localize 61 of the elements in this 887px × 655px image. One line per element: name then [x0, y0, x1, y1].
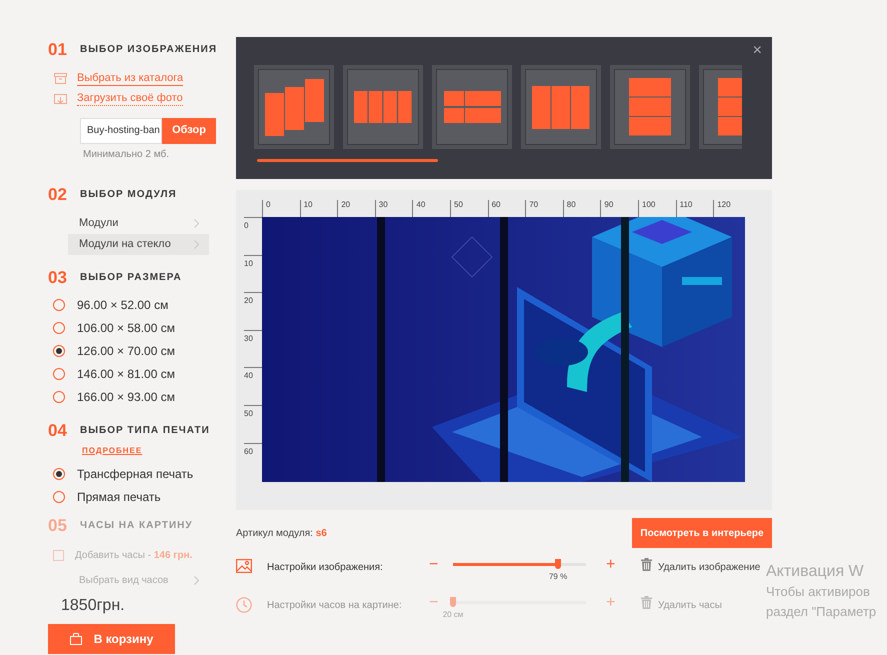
radio-label: Трансферная печать	[77, 466, 194, 482]
module-item[interactable]: Модули	[68, 213, 209, 234]
ruler-label: 60	[492, 200, 500, 209]
more-link[interactable]: ПОДРОБНЕЕ	[82, 445, 142, 457]
ruler-label: 30	[244, 334, 254, 343]
radio-label: 106.00 × 58.00 см	[77, 320, 175, 337]
ruler-label: 70	[529, 200, 538, 209]
add-clock-label: Добавить часы - 146 грн.	[75, 548, 192, 562]
settings-label: Настройки часов на картине:	[267, 599, 403, 613]
ruler-label: 10	[304, 200, 312, 209]
link[interactable]: Выбрать из каталога	[77, 72, 184, 86]
ruler-label: 110	[680, 200, 692, 209]
settings-label: Настройки изображения:	[267, 561, 384, 575]
file-name-field[interactable]: Buy-hosting-ban	[80, 118, 162, 144]
view-in-interior-button[interactable]: Посмотреть в интерьере	[632, 518, 772, 548]
plus-button[interactable]: +	[606, 558, 641, 572]
slider-reading: 79 %	[548, 571, 568, 583]
ruler-label: 30	[378, 200, 388, 209]
ruler-label: 60	[244, 446, 254, 456]
step-number: 04	[48, 420, 68, 442]
ruler-label: 20	[244, 296, 254, 306]
close-icon[interactable]: ×	[752, 43, 762, 59]
ruler-label: 100	[642, 200, 656, 209]
ruler-label: 80	[566, 200, 576, 209]
step-number: 05	[48, 515, 68, 537]
article-text: Артикул модуля: s6	[236, 526, 327, 540]
file-size-hint: Минимально 2 мб.	[83, 148, 170, 162]
radio-label: 96.00 × 52.00 см	[77, 297, 168, 314]
section-title: ЧАСЫ НА КАРТИНУ	[80, 519, 193, 534]
ruler-label: 50	[454, 200, 463, 209]
step-number: 01	[48, 39, 68, 61]
ruler-label: 0	[244, 221, 250, 230]
ruler-label: 0	[266, 200, 270, 209]
ruler-label: 40	[244, 371, 254, 380]
ruler-label: 40	[416, 200, 426, 209]
step-number: 02	[48, 184, 68, 206]
link[interactable]: Загрузить своё фото	[77, 92, 183, 106]
radio-label: 126.00 × 70.00 см	[77, 343, 175, 360]
radio-label: 146.00 × 81.00 см	[77, 366, 175, 383]
browse-button[interactable]: Обзор	[162, 118, 216, 144]
slider-reading: 20 см	[442, 609, 464, 621]
step-number: 03	[48, 267, 68, 289]
ruler-label: 10	[244, 258, 254, 268]
total-price: 1850грн.	[61, 596, 126, 616]
section-title: ВЫБОР ТИПА ПЕЧАТИ	[80, 424, 210, 438]
radio-label: 166.00 × 93.00 см	[77, 389, 175, 406]
delete-link[interactable]: Удалить изображение	[658, 558, 760, 575]
ruler-label: 50	[244, 409, 254, 418]
section-title: ВЫБОР РАЗМЕРА	[80, 271, 182, 286]
module-item[interactable]: Модули на стекло	[68, 234, 209, 255]
radio-label: Прямая печать	[77, 488, 161, 506]
activation-text: Чтобы активиров	[766, 583, 871, 601]
cart-button[interactable]: В корзину	[48, 624, 175, 654]
section-title: ВЫБОР ИЗОБРАЖЕНИЯ	[80, 43, 218, 58]
minus-button[interactable]: −	[429, 558, 453, 572]
activation-title: Активация W	[766, 562, 865, 582]
section-title: ВЫБОР МОДУЛЯ	[80, 188, 177, 202]
ruler-label: 20	[341, 200, 350, 209]
ruler-label: 90	[604, 200, 614, 209]
activation-text: раздел "Параметр	[766, 603, 876, 621]
ruler-label: 120	[717, 200, 731, 209]
